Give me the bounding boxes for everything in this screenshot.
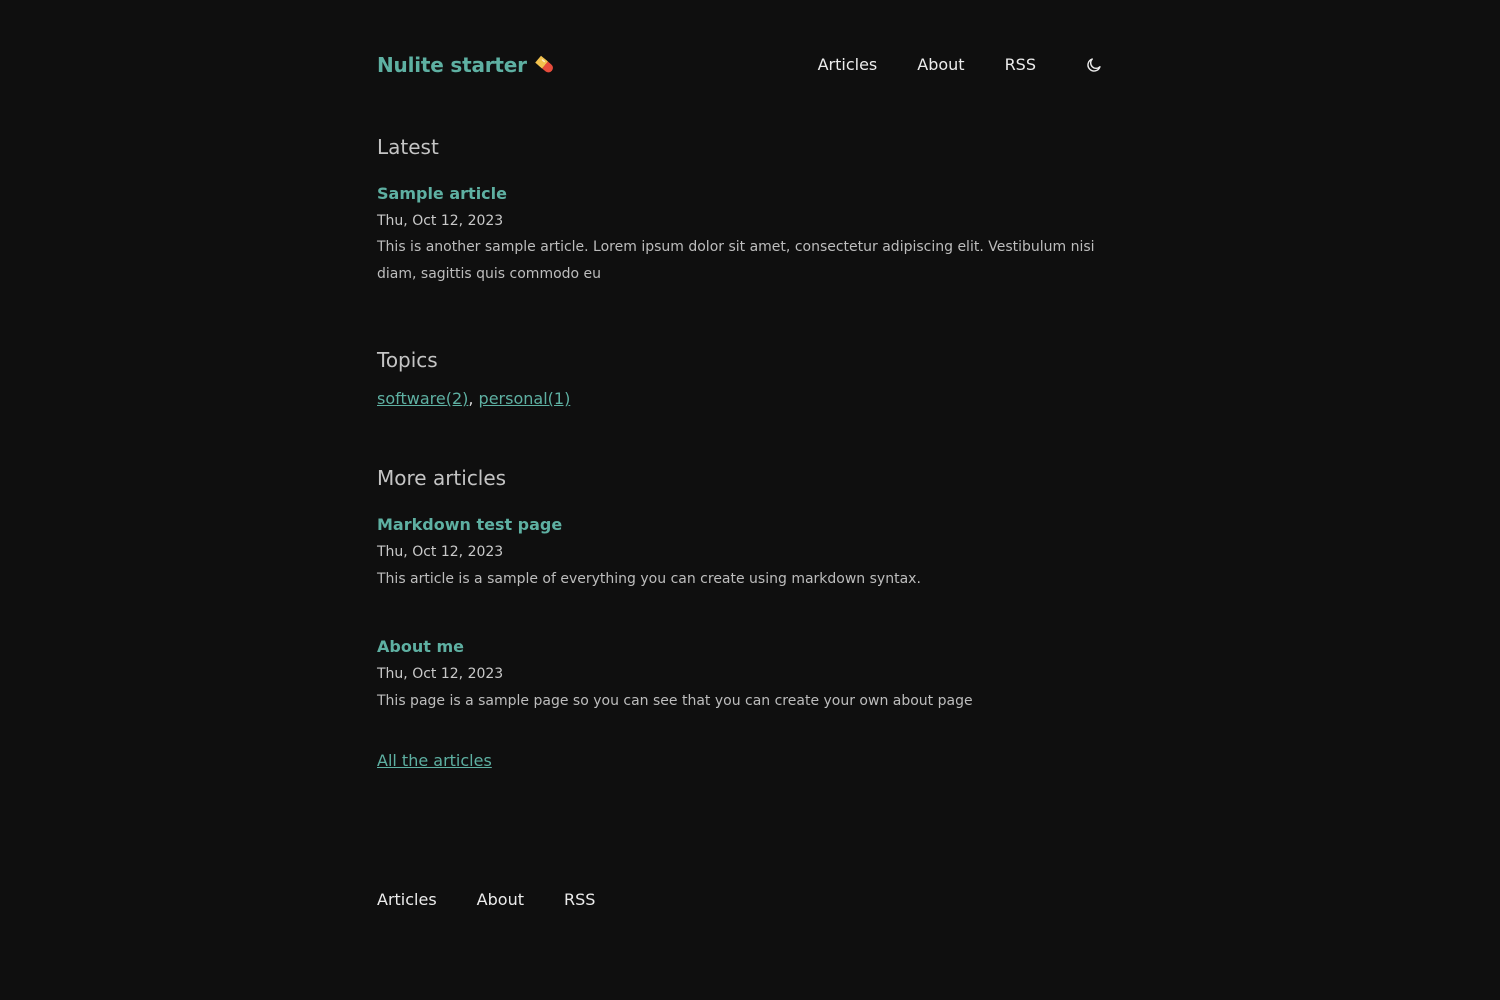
nav-rss[interactable]: RSS — [1005, 52, 1036, 78]
all-articles-link[interactable]: All the articles — [377, 751, 492, 770]
topic-link-personal[interactable]: personal(1) — [479, 389, 571, 408]
page: Nulite starter Articles About RSS Latest… — [0, 0, 1500, 1000]
article-date-markdown: Thu, Oct 12, 2023 — [377, 544, 504, 560]
latest-article-title[interactable]: Sample article — [377, 184, 507, 203]
topic-separator: , — [468, 389, 479, 408]
more-articles-heading: More articles — [377, 466, 507, 490]
footer-about[interactable]: About — [477, 890, 524, 909]
site-header: Nulite starter Articles About RSS — [377, 52, 1104, 80]
latest-article-date: Thu, Oct 12, 2023 — [377, 213, 504, 229]
topics-heading: Topics — [377, 348, 438, 372]
theme-toggle-button[interactable] — [1084, 55, 1104, 75]
article-description-about: This page is a sample page so you can se… — [377, 693, 973, 709]
topic-link-software[interactable]: software(2) — [377, 389, 468, 408]
article-description-markdown: This article is a sample of everything y… — [377, 571, 921, 587]
pill-icon — [533, 53, 557, 77]
latest-article-description: This is another sample article. Lorem ip… — [377, 239, 1095, 282]
footer-rss[interactable]: RSS — [564, 890, 595, 909]
moon-icon — [1087, 58, 1101, 72]
brand-link[interactable]: Nulite starter — [377, 52, 557, 78]
article-title-markdown[interactable]: Markdown test page — [377, 515, 562, 534]
site-footer: Articles About RSS — [377, 890, 635, 909]
topic-list: software(2), personal(1) — [377, 389, 570, 408]
article-date-about: Thu, Oct 12, 2023 — [377, 666, 504, 682]
footer-articles[interactable]: Articles — [377, 890, 437, 909]
article-title-about[interactable]: About me — [377, 637, 464, 656]
nav-about[interactable]: About — [917, 52, 964, 78]
nav-articles[interactable]: Articles — [818, 52, 878, 78]
top-nav: Articles About RSS — [818, 52, 1104, 78]
latest-heading: Latest — [377, 135, 439, 159]
brand-title: Nulite starter — [377, 53, 527, 77]
